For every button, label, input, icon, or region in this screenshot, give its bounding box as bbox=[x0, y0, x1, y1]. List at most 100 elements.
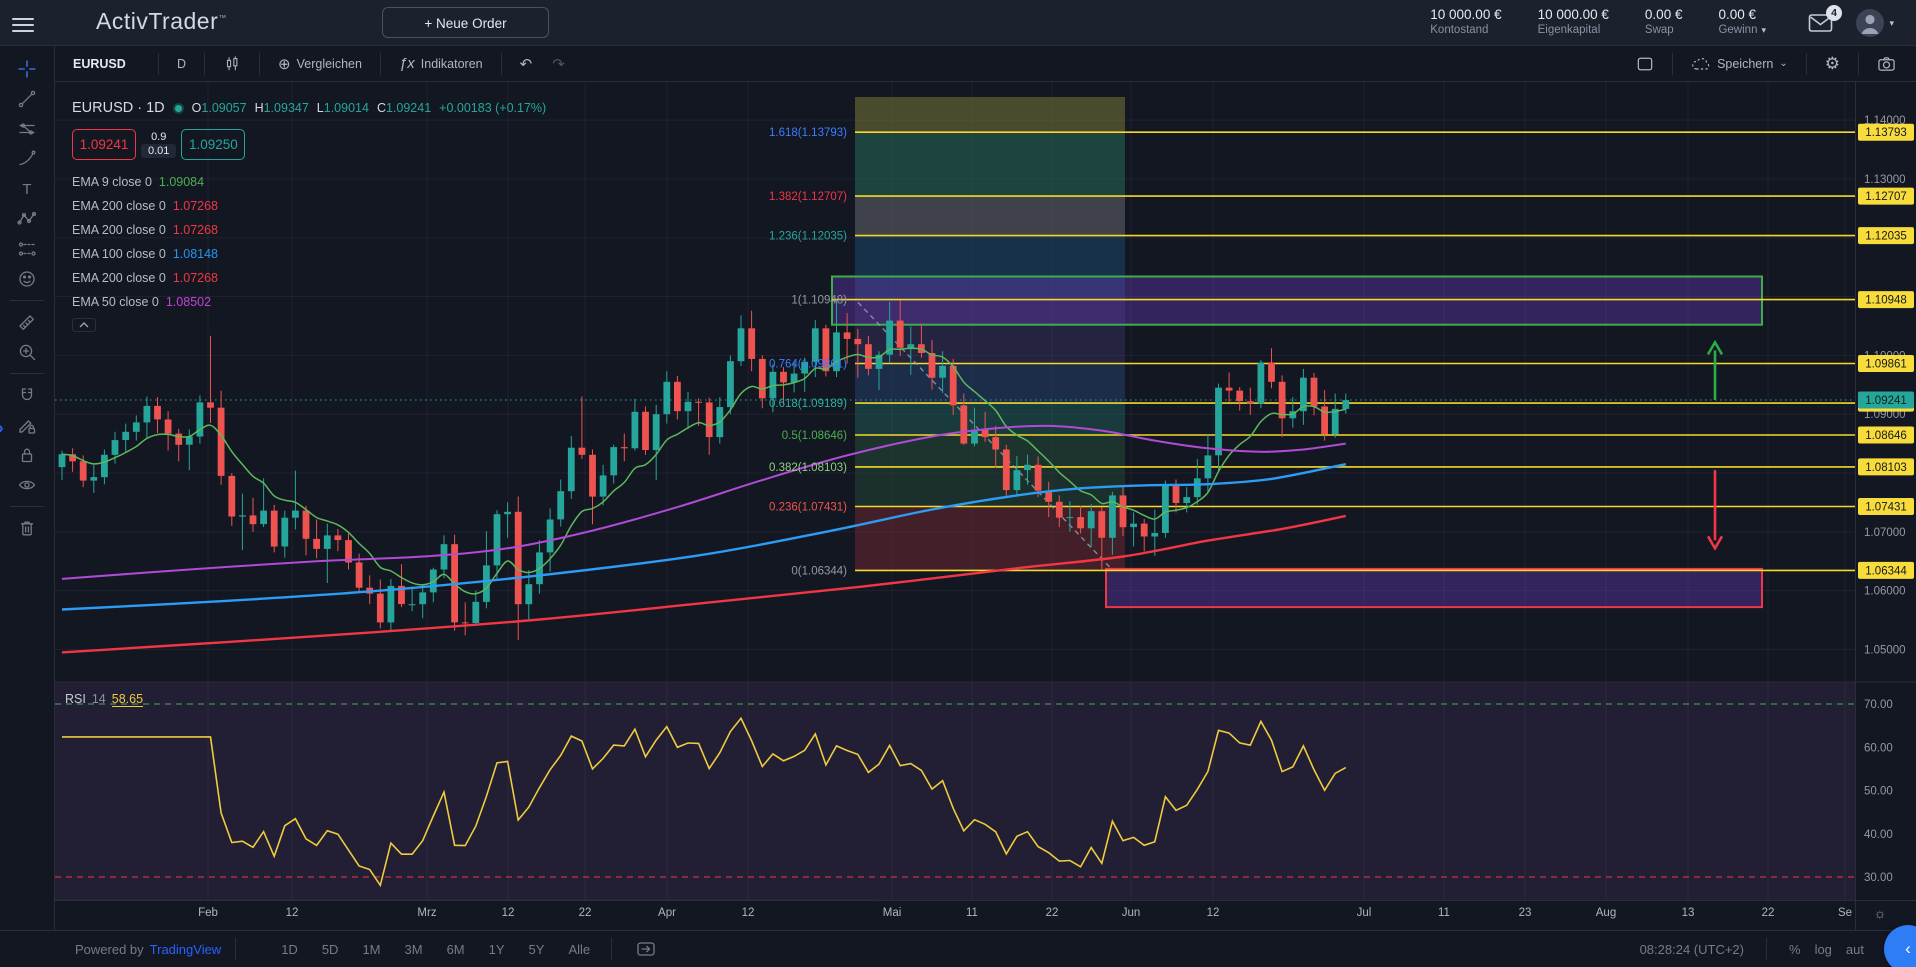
svg-text:1.382(1.12707): 1.382(1.12707) bbox=[769, 191, 847, 203]
demand-zone-box[interactable] bbox=[1106, 569, 1762, 607]
save-button[interactable]: Speichern ⌄ bbox=[1681, 46, 1798, 81]
account-stat[interactable]: 0.00 € Gewinn▾ bbox=[1718, 7, 1766, 36]
tradingview-link[interactable]: TradingView bbox=[150, 942, 222, 957]
range-button-1m[interactable]: 1M bbox=[355, 939, 387, 960]
svg-text:Jun: Jun bbox=[1122, 907, 1141, 919]
rsi-legend[interactable]: RSI 14 58.65 bbox=[65, 692, 143, 707]
time-scale[interactable]: Feb12Mrz1222Apr12Mai1122Jun12Jul1123Aug1… bbox=[198, 907, 1852, 919]
svg-text:23: 23 bbox=[1519, 907, 1532, 919]
account-stats: 10 000.00 € Kontostand10 000.00 € Eigenk… bbox=[1430, 7, 1766, 36]
svg-text:0.382(1.08103): 0.382(1.08103) bbox=[769, 462, 847, 474]
svg-text:1.13793: 1.13793 bbox=[1865, 127, 1907, 139]
range-button-1d[interactable]: 1D bbox=[274, 939, 305, 960]
mail-badge: 4 bbox=[1826, 5, 1842, 21]
ruler-tool-icon[interactable] bbox=[8, 307, 46, 337]
ema-50-line[interactable] bbox=[62, 426, 1346, 579]
up-arrow[interactable] bbox=[1708, 342, 1722, 400]
redo-button[interactable]: ↷ bbox=[542, 46, 575, 81]
svg-text:1.618(1.13793): 1.618(1.13793) bbox=[769, 127, 847, 139]
percent-scale-toggle[interactable]: % bbox=[1789, 942, 1801, 957]
chart-svg[interactable]: 1.618(1.13793) 1.382(1.12707) 1.236(1.1203… bbox=[55, 82, 1916, 930]
undo-icon: ↶ bbox=[520, 55, 533, 73]
goto-date-button[interactable] bbox=[626, 931, 666, 967]
spread-display: 0.9 0.01 bbox=[141, 131, 176, 158]
svg-text:T: T bbox=[22, 181, 31, 198]
chart-toolbar: EURUSD D ⊕ Vergleichen ƒx Indikatoren ↶ … bbox=[55, 46, 1916, 82]
brush-tool-icon[interactable] bbox=[8, 144, 46, 174]
chevron-down-icon: ▾ bbox=[1761, 25, 1766, 35]
text-tool-icon[interactable]: T bbox=[8, 174, 46, 204]
chart-settings-button[interactable]: ⚙ bbox=[1815, 46, 1850, 81]
interval-button[interactable]: D bbox=[167, 46, 196, 81]
stat-value: 10 000.00 € bbox=[1538, 7, 1609, 22]
symbol-button[interactable]: EURUSD bbox=[55, 46, 150, 81]
chart-style-button[interactable] bbox=[213, 46, 251, 81]
svg-text:22: 22 bbox=[1762, 907, 1775, 919]
goto-date-icon bbox=[636, 940, 656, 958]
range-button-1y[interactable]: 1Y bbox=[482, 939, 512, 960]
trademark: ™ bbox=[218, 13, 227, 22]
zoom-in-tool-icon[interactable] bbox=[8, 337, 46, 367]
svg-text:Se: Se bbox=[1838, 907, 1852, 919]
account-stat: 10 000.00 € Kontostand bbox=[1430, 7, 1501, 36]
svg-text:1.12035: 1.12035 bbox=[1865, 231, 1907, 243]
crosshair-tool-icon[interactable] bbox=[8, 54, 46, 84]
svg-text:12: 12 bbox=[286, 907, 299, 919]
new-order-button[interactable]: + Neue Order bbox=[382, 7, 549, 38]
lock-tool-icon[interactable] bbox=[8, 440, 46, 470]
collapse-panel-button[interactable]: ‹ bbox=[1884, 925, 1916, 967]
axis-settings-icon[interactable]: ☼ bbox=[1874, 905, 1887, 921]
clock[interactable]: 08:28:24 (UTC+2) bbox=[1640, 942, 1744, 957]
magnet-tool-icon[interactable] bbox=[8, 380, 46, 410]
gear-icon: ⚙ bbox=[1825, 54, 1840, 74]
svg-text:1.12707: 1.12707 bbox=[1865, 191, 1907, 203]
range-button-3m[interactable]: 3M bbox=[398, 939, 430, 960]
compare-button[interactable]: ⊕ Vergleichen bbox=[268, 46, 372, 81]
svg-text:0.5(1.08646): 0.5(1.08646) bbox=[782, 430, 847, 442]
rsi-pane[interactable] bbox=[55, 682, 1855, 900]
down-arrow[interactable] bbox=[1708, 470, 1722, 548]
range-button-alle[interactable]: Alle bbox=[561, 939, 597, 960]
range-button-6m[interactable]: 6M bbox=[440, 939, 472, 960]
indicators-button[interactable]: ƒx Indikatoren bbox=[389, 46, 493, 81]
sell-price-button[interactable]: 1.09241 bbox=[72, 129, 136, 160]
stat-label: Swap bbox=[1645, 24, 1683, 36]
svg-text:1.06000: 1.06000 bbox=[1864, 586, 1906, 598]
mail-button[interactable]: 4 bbox=[1808, 12, 1834, 34]
scale-toggles: % logaut bbox=[1789, 942, 1878, 957]
fib-tools-tool-icon[interactable] bbox=[8, 114, 46, 144]
svg-text:40.00: 40.00 bbox=[1864, 829, 1893, 841]
buy-price-button[interactable]: 1.09250 bbox=[181, 129, 245, 160]
svg-text:22: 22 bbox=[1046, 907, 1059, 919]
screenshot-button[interactable] bbox=[1867, 46, 1906, 81]
trash-tool-icon[interactable] bbox=[8, 513, 46, 543]
svg-text:Feb: Feb bbox=[198, 907, 218, 919]
svg-text:1.06344: 1.06344 bbox=[1865, 565, 1907, 577]
bottom-bar: Powered by TradingView 1D5D1M3M6M1Y5YAll… bbox=[0, 930, 1916, 967]
hamburger-menu-icon[interactable] bbox=[12, 14, 34, 32]
pattern-tool-icon[interactable] bbox=[8, 204, 46, 234]
log-scale-toggle[interactable]: log bbox=[1815, 942, 1832, 957]
ema-9-line[interactable] bbox=[62, 348, 1346, 594]
emoji-tool-icon[interactable] bbox=[8, 264, 46, 294]
svg-text:1.236(1.12035): 1.236(1.12035) bbox=[769, 231, 847, 243]
svg-text:70.00: 70.00 bbox=[1864, 699, 1893, 711]
chart-canvas[interactable]: 1.618(1.13793) 1.382(1.12707) 1.236(1.1203… bbox=[55, 82, 1916, 930]
undo-button[interactable]: ↶ bbox=[510, 46, 543, 81]
account-menu[interactable]: ▾ bbox=[1855, 8, 1894, 38]
range-button-5d[interactable]: 5D bbox=[315, 939, 346, 960]
range-button-5y[interactable]: 5Y bbox=[522, 939, 552, 960]
trend-line-tool-icon[interactable] bbox=[8, 84, 46, 114]
panel-expander-chevron[interactable]: › bbox=[0, 418, 4, 438]
auto-scale-toggle[interactable]: aut bbox=[1846, 942, 1864, 957]
supply-zone-box[interactable] bbox=[832, 277, 1762, 325]
stat-label: Gewinn▾ bbox=[1718, 24, 1766, 36]
legend-collapse-button[interactable] bbox=[72, 318, 96, 332]
svg-text:11: 11 bbox=[1438, 907, 1450, 919]
layout-button[interactable] bbox=[1626, 46, 1664, 81]
draw-lock-tool-icon[interactable] bbox=[8, 410, 46, 440]
chevron-down-icon: ▾ bbox=[1889, 18, 1894, 29]
forecast-tool-icon[interactable] bbox=[8, 234, 46, 264]
eye-tool-icon[interactable] bbox=[8, 470, 46, 500]
svg-text:50.00: 50.00 bbox=[1864, 786, 1893, 798]
